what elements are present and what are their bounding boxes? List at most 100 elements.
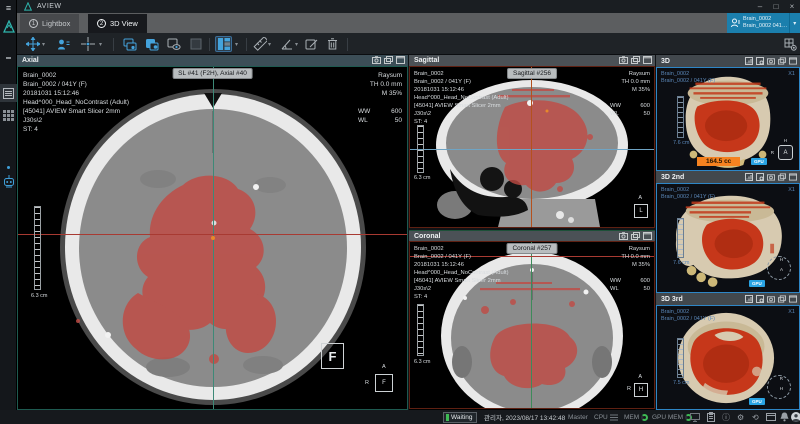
capture-icon[interactable] — [619, 232, 628, 240]
window-preset-icon[interactable] — [121, 36, 138, 52]
mask-overlay-icon[interactable] — [143, 36, 160, 52]
patient-dropdown-caret[interactable]: ▾ — [789, 13, 800, 33]
maximize-icon[interactable] — [789, 173, 797, 181]
restore-button[interactable]: □ — [768, 1, 784, 12]
orientation-cube[interactable]: L — [634, 204, 648, 218]
maximize-icon[interactable] — [643, 56, 652, 64]
tab-lightbox[interactable]: 1 Lightbox — [20, 14, 79, 33]
volume-3d3-image-area[interactable]: Brain_0002Brain_0002 / 041Y (F) X1 7.5 c… — [656, 305, 800, 410]
info-icon[interactable]: ⓘ — [722, 412, 730, 423]
volume-scale-label: 7.6 cm — [673, 260, 690, 267]
cube-top-label: A — [638, 195, 642, 201]
report-icon[interactable] — [745, 57, 753, 65]
coronal-viewport[interactable]: Coronal — [409, 230, 655, 410]
history-icon[interactable]: ⟲ — [752, 413, 759, 422]
coronal-scale-ruler — [417, 304, 424, 356]
report-icon[interactable] — [745, 173, 753, 181]
master-label: Master — [568, 414, 588, 421]
tab-3d-view[interactable]: 2 3D View — [88, 14, 147, 33]
orientation-cube[interactable]: A — [778, 145, 793, 160]
annotation-tool-icon[interactable] — [303, 36, 320, 52]
axial-patient-info: Brain_0002Brain_0002 / 041Y (F)20181031 … — [23, 71, 129, 134]
axial-scale-ruler — [34, 206, 41, 290]
coronal-image-area[interactable]: Coronal #257 Brain_0002Brain_0002 / 041Y… — [409, 241, 655, 409]
user-avatar[interactable] — [791, 412, 800, 422]
pan-tool-icon[interactable] — [24, 36, 41, 52]
delete-measure-icon[interactable] — [324, 36, 341, 52]
sagittal-scale-ruler — [417, 125, 424, 173]
volume-3d-viewport[interactable]: 3D Brain_0002Brain_ — [656, 55, 800, 171]
monitor-layout-icon[interactable] — [766, 413, 776, 421]
coronal-sagittal-crossline[interactable] — [531, 242, 532, 408]
volume-patient-info: Brain_0002Brain_0002 / 041Y (F) — [661, 71, 715, 85]
orientation-cube[interactable]: H — [634, 383, 648, 397]
sagittal-coronal-crossline[interactable] — [531, 67, 532, 227]
capture-icon[interactable] — [767, 295, 775, 303]
volume-3d-image-area[interactable]: Brain_0002Brain_0002 / 041Y (F) X1 7.6 c… — [656, 67, 800, 171]
axial-viewport[interactable]: Axial — [17, 55, 408, 410]
cube-top-label: H — [784, 138, 787, 143]
preset-icon[interactable] — [756, 173, 764, 181]
copy-icon[interactable] — [631, 56, 640, 64]
layout-icon[interactable] — [215, 36, 232, 52]
cube-top-label: H — [780, 257, 783, 262]
volume-scale-label: 7.5 cm — [673, 380, 690, 387]
angle-caret[interactable]: ▾ — [295, 41, 298, 48]
axial-coronal-crossline[interactable] — [18, 234, 407, 235]
tab-bar: 1 Lightbox 2 3D View — [17, 13, 800, 33]
cpu-meter-icon — [610, 414, 618, 421]
capture-icon[interactable] — [767, 57, 775, 65]
axial-image-area[interactable]: SL #41 (F2H), Axial #40 Brain_0002Brain_… — [17, 66, 408, 410]
crosshair-caret[interactable]: ▾ — [99, 41, 102, 48]
notifications-bell-icon[interactable] — [780, 412, 789, 422]
report-icon[interactable] — [745, 295, 753, 303]
series-list-icon[interactable] — [0, 84, 17, 102]
orientation-cube[interactable]: F — [375, 374, 393, 392]
capture-icon[interactable] — [372, 56, 381, 64]
capture-icon[interactable] — [619, 56, 628, 64]
close-button[interactable]: × — [784, 1, 800, 12]
copy-icon[interactable] — [778, 57, 786, 65]
assistant-bot-icon[interactable] — [0, 172, 17, 192]
ruler-tool-icon[interactable] — [251, 36, 268, 52]
viewport-settings-icon[interactable] — [782, 36, 799, 52]
volume-3d2-viewport[interactable]: 3D 2nd Brain_0002Br — [656, 171, 800, 293]
maximize-icon[interactable] — [396, 56, 405, 64]
copy-icon[interactable] — [384, 56, 393, 64]
mask-visibility-icon[interactable] — [165, 36, 182, 52]
crosshair-center-dot[interactable] — [211, 236, 215, 240]
job-status-badge: Waiting — [443, 412, 477, 423]
patient-list-icon[interactable] — [55, 36, 72, 52]
sagittal-image-area[interactable]: Sagittal #256 Brain_0002Brain_0002 / 041… — [409, 66, 655, 228]
gpu-badge: GPU — [749, 398, 765, 405]
volume-3d2-image-area[interactable]: Brain_0002Brain_0002 / 041Y (F) X1 7.6 c… — [656, 183, 800, 293]
maximize-icon[interactable] — [789, 295, 797, 303]
volume-3d3-viewport[interactable]: 3D 3rd Brain_0002Brain_0002 / 041Y (F) — [656, 293, 800, 410]
maximize-icon[interactable] — [789, 57, 797, 65]
left-rail: ≡ — [0, 0, 17, 424]
preset-icon[interactable] — [756, 295, 764, 303]
angle-tool-icon[interactable] — [278, 36, 295, 52]
pan-tool-caret[interactable]: ▾ — [42, 41, 45, 48]
layout-caret[interactable]: ▾ — [235, 41, 238, 48]
patient-selector[interactable]: Brain_0002 Brain_0002 041… ▾ — [727, 13, 800, 33]
volume-scale-ruler — [677, 96, 684, 138]
sagittal-viewport[interactable]: Sagittal — [409, 55, 655, 228]
preset-icon[interactable] — [756, 57, 764, 65]
sagittal-axial-crossline[interactable] — [410, 149, 654, 150]
main-menu-icon[interactable]: ≡ — [0, 2, 17, 14]
blank-mask-icon[interactable] — [187, 36, 204, 52]
clipboard-icon[interactable] — [707, 412, 715, 422]
copy-icon[interactable] — [631, 232, 640, 240]
volume-measurement-badge: 164.5 cc — [697, 157, 740, 166]
ruler-caret[interactable]: ▾ — [268, 41, 271, 48]
maximize-icon[interactable] — [643, 232, 652, 240]
settings-gear-icon[interactable]: ⚙ — [737, 413, 744, 422]
display-icon[interactable] — [690, 413, 700, 422]
minimize-button[interactable]: – — [752, 1, 768, 12]
capture-icon[interactable] — [767, 173, 775, 181]
thumbnail-grid-icon[interactable] — [0, 106, 17, 124]
copy-icon[interactable] — [778, 173, 786, 181]
crosshair-tool-icon[interactable] — [79, 36, 96, 52]
copy-icon[interactable] — [778, 295, 786, 303]
